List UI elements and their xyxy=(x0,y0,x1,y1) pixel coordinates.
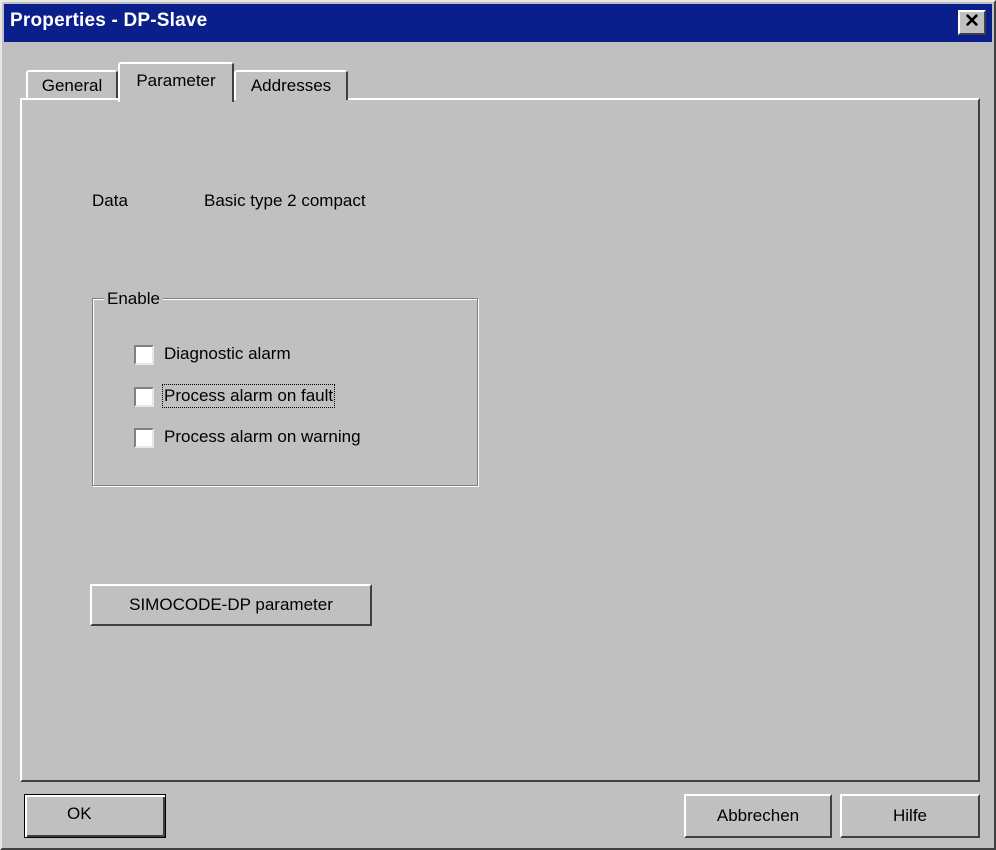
close-button[interactable]: ✕ xyxy=(958,10,986,35)
tab-parameter[interactable]: Parameter xyxy=(118,62,234,102)
process-alarm-fault-label: Process alarm on fault xyxy=(161,384,336,408)
data-label: Data xyxy=(92,191,128,210)
title-bar[interactable]: Properties - DP-Slave ✕ xyxy=(4,4,992,42)
ok-button[interactable]: OK xyxy=(24,794,166,838)
process-alarm-fault-checkbox[interactable] xyxy=(134,387,154,407)
diagnostic-alarm-checkbox[interactable] xyxy=(134,345,154,365)
tab-addresses[interactable]: Addresses xyxy=(234,70,348,100)
process-alarm-warning-checkbox[interactable] xyxy=(134,428,154,448)
enable-group-title: Enable xyxy=(104,289,163,309)
help-button[interactable]: Hilfe xyxy=(840,794,980,838)
tab-general[interactable]: General xyxy=(26,70,118,100)
simocode-parameter-button[interactable]: SIMOCODE-DP parameter xyxy=(90,584,372,626)
close-icon: ✕ xyxy=(964,11,980,32)
cancel-button[interactable]: Abbrechen xyxy=(684,794,832,838)
window-title: Properties - DP-Slave xyxy=(10,10,208,31)
data-value: Basic type 2 compact xyxy=(204,191,366,210)
diagnostic-alarm-label: Diagnostic alarm xyxy=(164,344,291,363)
process-alarm-warning-label: Process alarm on warning xyxy=(164,427,361,446)
